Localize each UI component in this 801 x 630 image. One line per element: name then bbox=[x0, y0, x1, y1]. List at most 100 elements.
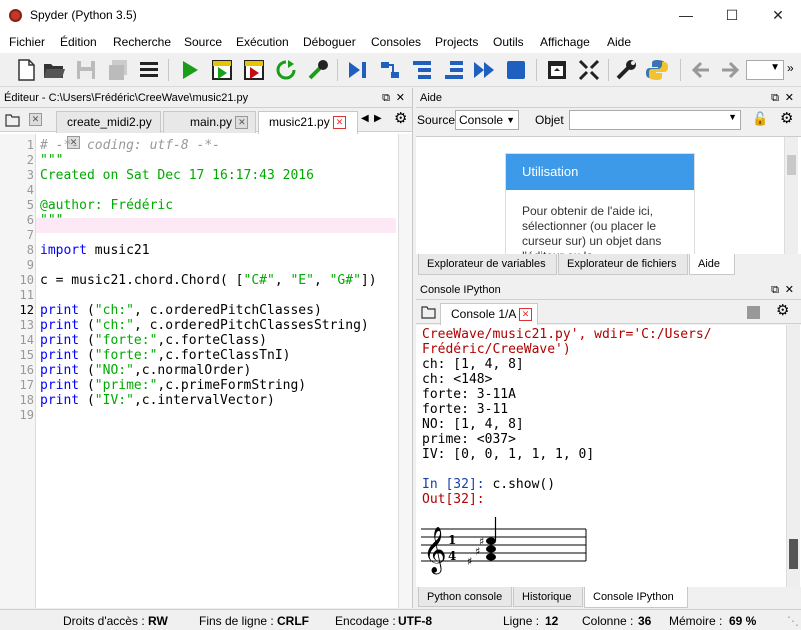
chevron-down-icon: ▼ bbox=[506, 115, 515, 125]
preferences-wrench-icon[interactable] bbox=[614, 58, 638, 82]
close-icon[interactable]: ✕ bbox=[29, 113, 42, 126]
tab-main[interactable]: main.py ✕ bbox=[163, 111, 256, 133]
menu-fichier[interactable]: Fichier bbox=[9, 35, 45, 49]
tab-file-explorer[interactable]: Explorateur de fichiers bbox=[558, 254, 688, 275]
line-number: 7 bbox=[26, 228, 34, 242]
line-number: 8 bbox=[26, 243, 34, 257]
gear-icon[interactable]: ⚙ bbox=[394, 109, 407, 127]
line-number: 19 bbox=[19, 408, 34, 422]
stop-debug-icon[interactable] bbox=[504, 58, 528, 82]
tab-scroll-left-icon[interactable]: ◀ bbox=[361, 113, 369, 124]
maximize-button[interactable]: ☐ bbox=[709, 0, 755, 31]
undock-icon[interactable]: ⧉ bbox=[771, 280, 779, 300]
line-number: 17 bbox=[19, 378, 34, 392]
browse-tabs-folder-icon[interactable] bbox=[421, 305, 436, 319]
editor-path: Éditeur - C:\Users\Frédéric\CreeWave\mus… bbox=[4, 92, 249, 104]
tab-help[interactable]: Aide bbox=[689, 254, 735, 275]
tab-scroll-right-icon[interactable]: ▶ bbox=[374, 113, 382, 124]
toolbar-overflow-icon[interactable]: » bbox=[787, 61, 794, 75]
code-line: print ("IV:",c.intervalVector) bbox=[40, 393, 275, 408]
open-file-icon[interactable] bbox=[42, 58, 66, 82]
console-result-line: forte: 3-11 bbox=[422, 402, 509, 417]
undock-icon[interactable]: ⧉ bbox=[382, 88, 390, 108]
close-button[interactable]: ✕ bbox=[755, 0, 801, 31]
tab-history[interactable]: Historique bbox=[513, 587, 583, 607]
close-icon[interactable]: ✕ bbox=[235, 116, 249, 130]
console-input-line: In [32]: c.show() bbox=[422, 477, 795, 492]
lock-icon[interactable]: 🔓 bbox=[752, 111, 768, 127]
save-icon[interactable] bbox=[74, 58, 98, 82]
fullscreen-icon[interactable] bbox=[577, 58, 601, 82]
run-icon[interactable] bbox=[178, 58, 202, 82]
tab-console-1a[interactable]: Console 1/A ✕ bbox=[440, 303, 538, 326]
tab-label: music21.py bbox=[269, 115, 330, 129]
step-icon[interactable] bbox=[378, 58, 402, 82]
configure-run-icon[interactable] bbox=[306, 58, 330, 82]
gear-icon[interactable]: ⚙ bbox=[776, 301, 789, 319]
back-arrow-icon[interactable] bbox=[689, 58, 713, 82]
menu-consoles[interactable]: Consoles bbox=[371, 35, 421, 49]
forward-arrow-icon[interactable] bbox=[718, 58, 742, 82]
close-pane-icon[interactable]: ✕ bbox=[785, 88, 794, 108]
step-into-icon[interactable] bbox=[410, 58, 434, 82]
menu-affichage[interactable]: Affichage bbox=[540, 35, 590, 49]
save-all-icon[interactable] bbox=[106, 58, 130, 82]
debug-icon[interactable] bbox=[346, 58, 370, 82]
stop-kernel-icon[interactable] bbox=[747, 306, 760, 319]
run-cell-icon[interactable] bbox=[210, 58, 234, 82]
menu-projects[interactable]: Projects bbox=[435, 35, 478, 49]
close-pane-icon[interactable]: ✕ bbox=[396, 88, 405, 108]
browse-tabs-folder-icon[interactable] bbox=[5, 113, 20, 127]
help-scrollbar[interactable] bbox=[784, 137, 798, 254]
undock-icon[interactable]: ⧉ bbox=[771, 88, 779, 108]
code-area[interactable]: 1 2 3 4 5 6 7 8 9 10 11 12 13 14 15 16 17 18 19 # -*- codi… bbox=[0, 134, 413, 608]
scrollbar-thumb[interactable] bbox=[787, 155, 796, 175]
working-directory-combo[interactable]: ▼ bbox=[746, 60, 784, 80]
source-select[interactable]: Console ▼ bbox=[455, 110, 519, 130]
scrollbar-thumb[interactable] bbox=[789, 539, 798, 569]
menu-recherche[interactable]: Recherche bbox=[113, 35, 171, 49]
menu-aide[interactable]: Aide bbox=[607, 35, 631, 49]
close-icon[interactable]: ✕ bbox=[333, 116, 347, 130]
code-line: print ("ch:", c.orderedPitchClassesStrin… bbox=[40, 318, 369, 333]
menu-edition[interactable]: Édition bbox=[60, 35, 97, 49]
editor-tabbar: ✕ create_midi2.py ✕ main.py ✕ music21.py… bbox=[0, 108, 412, 150]
tab-ipython-console[interactable]: Console IPython bbox=[584, 587, 688, 608]
music-score-image: 𝄞 1 4 ♯ ♯ ♯ bbox=[421, 517, 587, 575]
maximize-pane-icon[interactable] bbox=[545, 58, 569, 82]
menu-source[interactable]: Source bbox=[184, 35, 222, 49]
menu-bar: Fichier Édition Recherche Source Exécuti… bbox=[0, 31, 801, 53]
console-scrollbar[interactable] bbox=[786, 325, 800, 587]
eol-label: Fins de ligne : bbox=[199, 614, 274, 628]
resize-grip-icon[interactable]: ⋱ bbox=[787, 614, 799, 628]
gear-icon[interactable]: ⚙ bbox=[780, 109, 793, 127]
menu-execution[interactable]: Exécution bbox=[236, 35, 289, 49]
access-value: RW bbox=[148, 614, 168, 628]
tab-python-console[interactable]: Python console bbox=[418, 587, 512, 607]
editor-scrollbar[interactable] bbox=[398, 134, 412, 608]
menu-outils[interactable]: Outils bbox=[493, 35, 524, 49]
minimize-button[interactable]: — bbox=[663, 0, 709, 31]
run-cell-advance-icon[interactable] bbox=[242, 58, 266, 82]
console-output[interactable]: CreeWave/music21.py', wdir='C:/Users/ Fr… bbox=[416, 325, 801, 587]
usage-card-text: Pour obtenir de l'aide ici, sélectionner… bbox=[522, 204, 662, 254]
help-toolbar: Source Console ▼ Objet ▼ 🔓 ⚙ bbox=[416, 108, 801, 132]
new-file-icon[interactable] bbox=[14, 58, 38, 82]
object-input[interactable]: ▼ bbox=[569, 110, 741, 130]
close-pane-icon[interactable]: ✕ bbox=[785, 280, 794, 300]
python-path-icon[interactable] bbox=[645, 58, 669, 82]
tab-music21[interactable]: music21.py ✕ bbox=[258, 111, 358, 134]
browse-tabs-icon[interactable] bbox=[137, 58, 161, 82]
continue-icon[interactable] bbox=[472, 58, 496, 82]
svg-text:♯: ♯ bbox=[479, 535, 484, 548]
close-icon[interactable]: ✕ bbox=[519, 308, 533, 322]
run-selection-icon[interactable] bbox=[274, 58, 298, 82]
tab-create-midi2[interactable]: create_midi2.py ✕ bbox=[56, 111, 161, 150]
svg-text:4: 4 bbox=[448, 549, 456, 563]
tab-variable-explorer[interactable]: Explorateur de variables bbox=[418, 254, 557, 275]
menu-deboguer[interactable]: Déboguer bbox=[303, 35, 356, 49]
line-number: 11 bbox=[19, 288, 34, 302]
object-label: Objet bbox=[535, 113, 564, 127]
step-return-icon[interactable] bbox=[442, 58, 466, 82]
